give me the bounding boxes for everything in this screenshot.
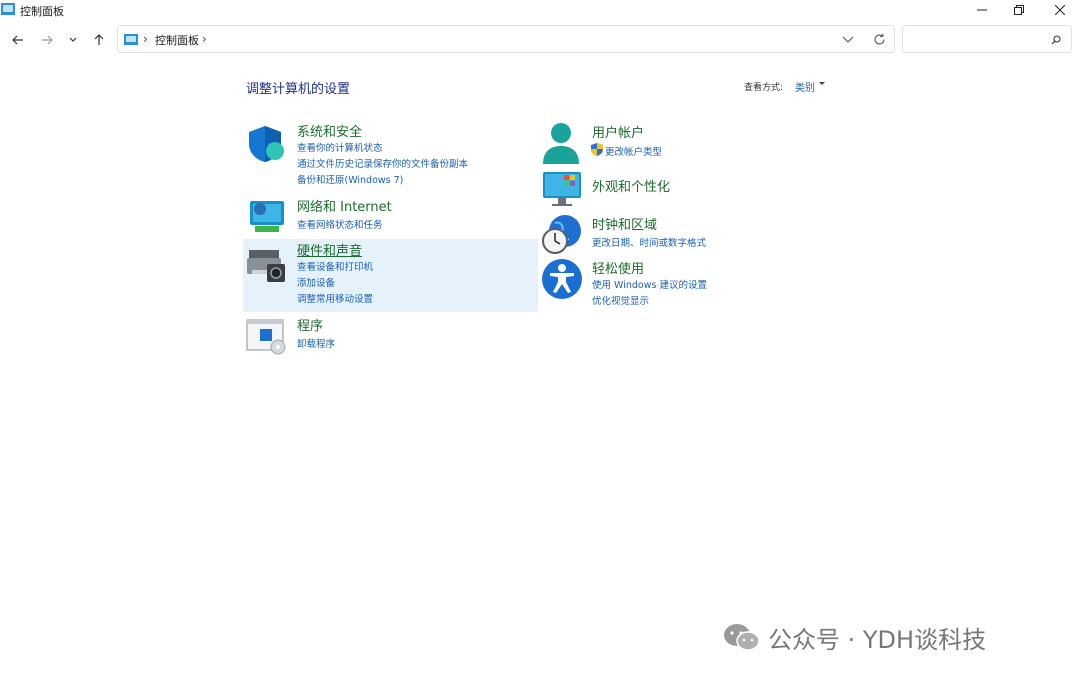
- printer-icon: [247, 250, 285, 282]
- page-title: 调整计算机的设置: [246, 82, 351, 97]
- category-title[interactable]: 外观和个性化: [592, 176, 670, 195]
- view-by-dropdown[interactable]: 类别: [795, 79, 815, 94]
- category-title[interactable]: 硬件和声音: [297, 240, 362, 259]
- chevron-down-icon: [69, 37, 77, 42]
- arrow-right-icon: [42, 35, 53, 45]
- monitor-icon: [543, 172, 581, 206]
- window-title: 控制面板: [20, 5, 64, 18]
- chevron-right-icon[interactable]: ›: [202, 32, 207, 46]
- category-title[interactable]: 系统和安全: [297, 121, 362, 140]
- category-title[interactable]: 用户帐户: [592, 122, 644, 141]
- arrow-up-icon: [94, 34, 104, 45]
- link-view-computer-status[interactable]: 查看你的计算机状态: [297, 140, 383, 154]
- chevron-right-icon: ›: [143, 32, 148, 46]
- link-backup-restore[interactable]: 备份和还原(Windows 7): [297, 172, 403, 186]
- minimize-button[interactable]: [962, 0, 1002, 20]
- link-change-account-type[interactable]: 更改帐户类型: [605, 144, 662, 158]
- search-icon: [1051, 35, 1061, 45]
- search-input[interactable]: [902, 25, 1072, 53]
- address-bar[interactable]: › 控制面板 ›: [117, 25, 895, 53]
- link-network-status[interactable]: 查看网络状态和任务: [297, 217, 383, 231]
- network-icon: [250, 201, 284, 232]
- link-mobility-settings[interactable]: 调整常用移动设置: [297, 291, 373, 305]
- wechat-logo-icon: [724, 624, 760, 651]
- minimize-icon: [977, 9, 987, 11]
- category-title[interactable]: 程序: [297, 315, 323, 334]
- hover-highlight: [243, 239, 538, 312]
- back-button[interactable]: [7, 30, 29, 50]
- title-bar: 控制面板: [0, 0, 1080, 20]
- control-panel-icon: [1, 3, 15, 15]
- uac-shield-icon: [591, 143, 603, 156]
- programs-icon: [246, 319, 286, 355]
- forward-button[interactable]: [36, 30, 58, 50]
- link-change-date-time[interactable]: 更改日期、时间或数字格式: [592, 235, 706, 249]
- refresh-icon[interactable]: [873, 33, 886, 46]
- arrow-left-icon: [12, 35, 23, 45]
- user-icon: [543, 123, 579, 164]
- link-optimize-display[interactable]: 优化视觉显示: [592, 293, 649, 307]
- link-devices-printers[interactable]: 查看设备和打印机: [297, 259, 373, 273]
- close-icon: [1055, 5, 1065, 15]
- close-button[interactable]: [1040, 0, 1080, 20]
- breadcrumb-control-panel[interactable]: 控制面板: [155, 32, 199, 48]
- up-button[interactable]: [88, 30, 110, 50]
- link-recommended-settings[interactable]: 使用 Windows 建议的设置: [592, 277, 707, 291]
- link-uninstall-program[interactable]: 卸载程序: [297, 336, 335, 350]
- category-title[interactable]: 轻松使用: [592, 258, 644, 277]
- category-title[interactable]: 时钟和区域: [592, 214, 657, 233]
- restore-button[interactable]: [999, 0, 1039, 20]
- shield-icon: [249, 126, 284, 162]
- link-file-history[interactable]: 通过文件历史记录保存你的文件备份副本: [297, 156, 468, 170]
- category-title[interactable]: 网络和 Internet: [297, 196, 392, 215]
- control-panel-icon: [124, 34, 138, 45]
- recent-locations-button[interactable]: [62, 30, 84, 50]
- restore-icon: [1014, 5, 1024, 15]
- accessibility-icon: [542, 259, 582, 299]
- caret-down-icon[interactable]: [819, 82, 825, 85]
- clock-globe-icon: [542, 215, 581, 254]
- chevron-down-icon[interactable]: [842, 35, 854, 44]
- link-add-device[interactable]: 添加设备: [297, 275, 335, 289]
- view-by-label: 查看方式:: [744, 83, 784, 93]
- watermark-text: 公众号 · YDH谈科技: [768, 626, 987, 654]
